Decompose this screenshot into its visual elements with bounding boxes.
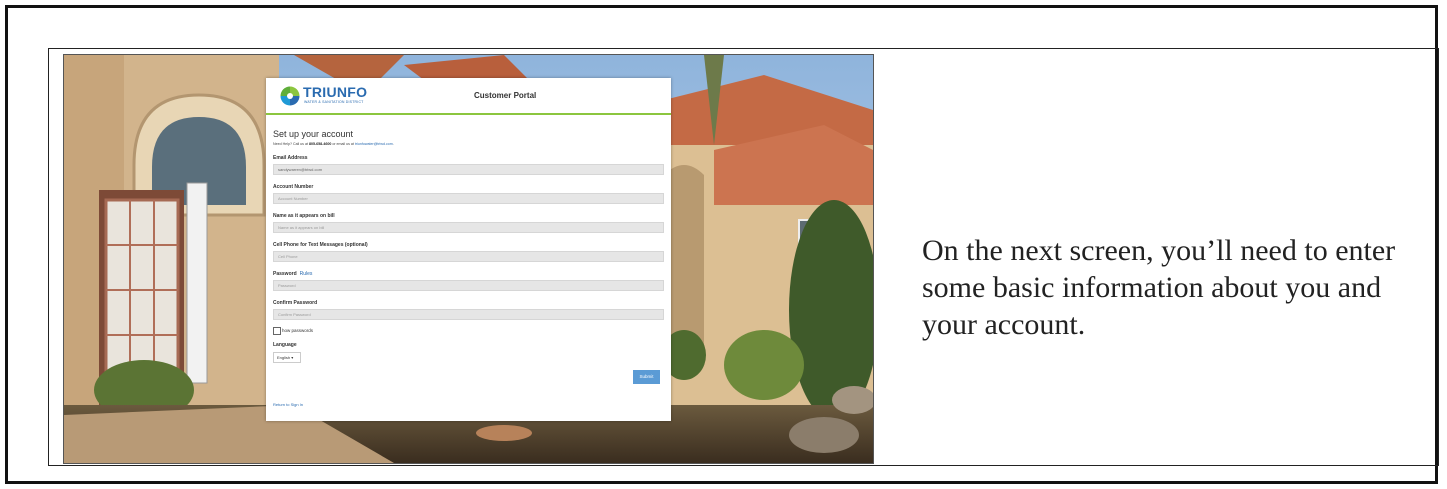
password-placeholder: Password	[278, 283, 296, 288]
brand-subtitle: WATER & SANITATION DISTRICT	[304, 100, 364, 104]
account-number-placeholder: Account Number	[278, 196, 308, 201]
cell-phone-label: Cell Phone for Text Messages (optional)	[273, 242, 368, 248]
email-value: sandywarren@triwd.com	[278, 167, 323, 172]
portal-title: Customer Portal	[474, 91, 537, 100]
outer-frame: TRIUNFO WATER & SANITATION DISTRICT Cust…	[5, 5, 1439, 484]
account-number-label: Account Number	[273, 184, 314, 190]
bill-name-field[interactable]: Name as it appears on bill	[273, 222, 664, 233]
language-value: English ▾	[277, 355, 294, 360]
password-label-text: Password	[273, 271, 297, 277]
help-phone[interactable]: 805-658-4600	[309, 142, 331, 146]
email-label: Email Address	[273, 155, 308, 161]
confirm-password-label: Confirm Password	[273, 300, 318, 306]
help-email-link[interactable]: triunfowater@triwd.com	[355, 142, 393, 146]
form-title: Set up your account	[273, 129, 354, 139]
help-suffix: .	[392, 142, 394, 146]
show-passwords-checkbox[interactable]	[273, 327, 281, 335]
confirm-password-field[interactable]: Confirm Password	[273, 309, 664, 320]
confirm-password-placeholder: Confirm Password	[278, 312, 311, 317]
signup-card: TRIUNFO WATER & SANITATION DISTRICT Cust…	[266, 78, 671, 421]
cell-phone-field[interactable]: Cell Phone	[273, 251, 664, 262]
portal-screenshot: TRIUNFO WATER & SANITATION DISTRICT Cust…	[63, 54, 874, 464]
card-header: TRIUNFO WATER & SANITATION DISTRICT Cust…	[266, 78, 671, 115]
inner-frame: TRIUNFO WATER & SANITATION DISTRICT Cust…	[48, 48, 1439, 466]
triunfo-logo-icon	[280, 86, 300, 106]
brand-name: TRIUNFO	[303, 84, 368, 100]
cell-phone-placeholder: Cell Phone	[278, 254, 298, 259]
help-text: Need Help? Call us at 805-658-4600 or em…	[273, 142, 394, 146]
show-passwords-label: how passwords	[282, 328, 314, 333]
return-to-sign-in-link[interactable]: Return to Sign In	[273, 402, 303, 407]
password-field[interactable]: Password	[273, 280, 664, 291]
email-field[interactable]: sandywarren@triwd.com	[273, 164, 664, 175]
account-number-field[interactable]: Account Number	[273, 193, 664, 204]
language-select[interactable]: English ▾	[273, 352, 301, 363]
help-middle: or email us at	[331, 142, 355, 146]
language-label: Language	[273, 342, 297, 348]
bill-name-label: Name as it appears on bill	[273, 213, 335, 219]
submit-button[interactable]: Submit	[633, 370, 660, 384]
bill-name-placeholder: Name as it appears on bill	[278, 225, 325, 230]
password-rules-link[interactable]: Rules	[300, 271, 313, 277]
instruction-caption: On the next screen, you’ll need to enter…	[922, 234, 1396, 341]
help-prefix: Need Help? Call us at	[273, 142, 309, 146]
password-label: Password Rules	[273, 271, 312, 277]
